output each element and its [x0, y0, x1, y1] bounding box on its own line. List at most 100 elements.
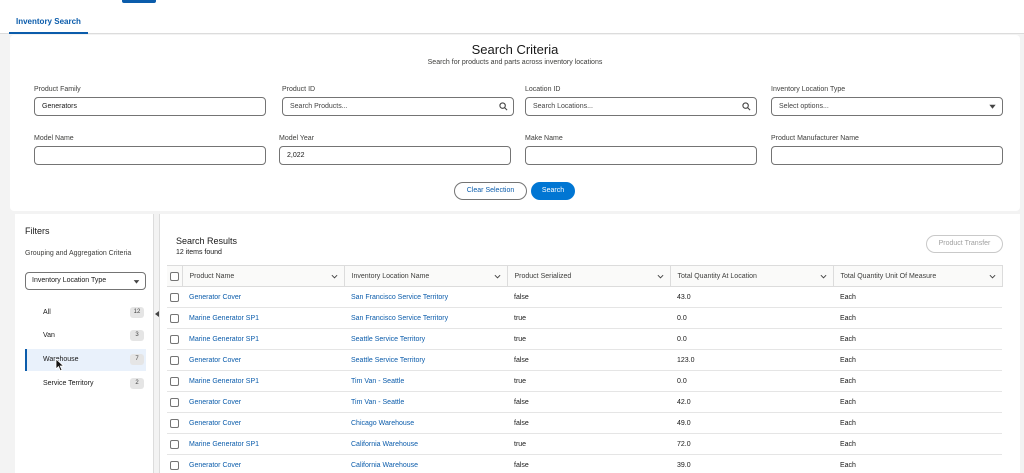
page-subtitle: Search for products and parts across inv… [427, 59, 603, 66]
location-id-label: Location ID [525, 86, 561, 93]
unit-cell: Each [840, 335, 856, 343]
clear-selection-button[interactable]: Clear Selection [454, 182, 527, 200]
row-checkbox[interactable] [170, 376, 179, 386]
make-name-field: Make Name [525, 135, 757, 165]
product-family-field: Product Family Generators [34, 86, 266, 116]
product-id-search-input[interactable]: Search Products... [282, 97, 514, 116]
filter-item-service-territory[interactable]: Service Territory 2 [25, 373, 146, 395]
location-type-field: Inventory Location Type Select options..… [771, 86, 1003, 116]
table-row: Marine Generator SP1 Tim Van - Seattle t… [167, 371, 1002, 392]
manufacturer-field: Product Manufacturer Name [771, 135, 1003, 165]
row-checkbox[interactable] [170, 334, 179, 344]
row-checkbox[interactable] [170, 355, 179, 365]
quantity-cell: 43.0 [677, 293, 691, 301]
tab-inventory-search[interactable]: Inventory Search [9, 14, 88, 34]
serialized-cell: false [514, 356, 529, 364]
location-name-link[interactable]: Tim Van - Seattle [344, 371, 507, 392]
location-name-link[interactable]: San Francisco Service Territory [344, 308, 507, 329]
product-transfer-button[interactable]: Product Transfer [926, 235, 1003, 253]
filter-count-badge: 3 [130, 330, 144, 341]
chevron-down-icon[interactable] [494, 273, 501, 280]
product-name-link[interactable]: Generator Cover [182, 350, 344, 371]
product-name-link[interactable]: Generator Cover [182, 287, 344, 308]
filter-item-warehouse[interactable]: Warehouse 7 [25, 349, 146, 371]
model-year-input[interactable]: 2,022 [279, 146, 511, 165]
table-row: Marine Generator SP1 San Francisco Servi… [167, 308, 1002, 329]
column-header-location-name[interactable]: Inventory Location Name [344, 265, 508, 287]
serialized-cell: true [514, 335, 527, 343]
location-type-select[interactable]: Select options... [771, 97, 1003, 116]
column-header-product-name[interactable]: Product Name [182, 265, 345, 287]
product-name-link[interactable]: Marine Generator SP1 [182, 371, 344, 392]
product-name-link[interactable]: Generator Cover [182, 392, 344, 413]
filters-title: Filters [25, 226, 50, 236]
filters-panel: Filters Grouping and Aggregation Criteri… [15, 214, 154, 473]
location-id-search-input[interactable]: Search Locations... [525, 97, 757, 116]
location-name-link[interactable]: Tim Van - Seattle [344, 392, 507, 413]
select-all-checkbox[interactable] [170, 271, 179, 281]
results-title: Search Results [176, 236, 238, 246]
location-name-link[interactable]: California Warehouse [344, 455, 507, 473]
product-name-link[interactable]: Marine Generator SP1 [182, 308, 344, 329]
make-name-input[interactable] [525, 146, 757, 165]
row-checkbox[interactable] [170, 397, 179, 407]
grouping-select[interactable]: Inventory Location Type [25, 272, 146, 290]
product-id-placeholder: Search Products... [290, 103, 348, 110]
row-checkbox[interactable] [170, 460, 179, 470]
serialized-cell: true [514, 440, 527, 448]
row-checkbox[interactable] [170, 292, 179, 302]
search-icon [742, 102, 751, 111]
manufacturer-label: Product Manufacturer Name [771, 135, 859, 142]
location-id-field: Location ID Search Locations... [525, 86, 757, 116]
product-name-link[interactable]: Generator Cover [182, 413, 344, 434]
model-year-field: Model Year 2,022 [279, 135, 511, 165]
product-id-label: Product ID [282, 86, 316, 93]
search-button[interactable]: Search [531, 182, 575, 200]
location-name-link[interactable]: Seattle Service Territory [344, 350, 507, 371]
location-name-link[interactable]: Seattle Service Territory [344, 329, 507, 350]
filter-item-van[interactable]: Van 3 [25, 325, 146, 347]
search-icon [499, 102, 508, 111]
results-table: Product Name Inventory Location Name Pro… [167, 265, 1003, 473]
product-name-link[interactable]: Marine Generator SP1 [182, 329, 344, 350]
location-id-placeholder: Search Locations... [533, 103, 593, 110]
search-criteria-panel: Search Criteria Search for products and … [10, 35, 1020, 211]
table-header-row: Product Name Inventory Location Name Pro… [167, 265, 1003, 287]
row-checkbox[interactable] [170, 439, 179, 449]
filter-item-label: All [43, 309, 51, 316]
filter-item-label: Van [43, 332, 55, 339]
chevron-down-icon[interactable] [331, 273, 338, 280]
product-name-link[interactable]: Marine Generator SP1 [182, 434, 344, 455]
table-row: Generator Cover California Warehouse fal… [167, 455, 1002, 473]
grouping-select-value: Inventory Location Type [32, 277, 107, 284]
column-header-product-serialized[interactable]: Product Serialized [507, 265, 671, 287]
select-all-cell [167, 265, 183, 287]
product-name-link[interactable]: Generator Cover [182, 455, 344, 473]
chevron-down-icon[interactable] [820, 273, 827, 280]
quantity-cell: 0.0 [677, 335, 687, 343]
unit-cell: Each [840, 461, 856, 469]
serialized-cell: false [514, 419, 529, 427]
location-name-link[interactable]: Chicago Warehouse [344, 413, 507, 434]
chevron-down-icon[interactable] [657, 273, 664, 280]
model-name-input[interactable] [34, 146, 266, 165]
product-family-input[interactable]: Generators [34, 97, 266, 116]
location-name-link[interactable]: San Francisco Service Territory [344, 287, 507, 308]
table-row: Marine Generator SP1 California Warehous… [167, 434, 1002, 455]
row-checkbox[interactable] [170, 313, 179, 323]
make-name-label: Make Name [525, 135, 563, 142]
caret-down-icon [989, 104, 996, 109]
column-header-total-quantity[interactable]: Total Quantity At Location [670, 265, 834, 287]
filter-item-all[interactable]: All 12 [25, 302, 146, 324]
unit-cell: Each [840, 419, 856, 427]
column-header-unit-of-measure[interactable]: Total Quantity Unit Of Measure [833, 265, 1003, 287]
unit-cell: Each [840, 293, 856, 301]
location-name-link[interactable]: California Warehouse [344, 434, 507, 455]
manufacturer-input[interactable] [771, 146, 1003, 165]
quantity-cell: 123.0 [677, 356, 695, 364]
row-checkbox[interactable] [170, 418, 179, 428]
quantity-cell: 49.0 [677, 419, 691, 427]
quantity-cell: 0.0 [677, 314, 687, 322]
chevron-down-icon[interactable] [989, 273, 996, 280]
serialized-cell: false [514, 461, 529, 469]
